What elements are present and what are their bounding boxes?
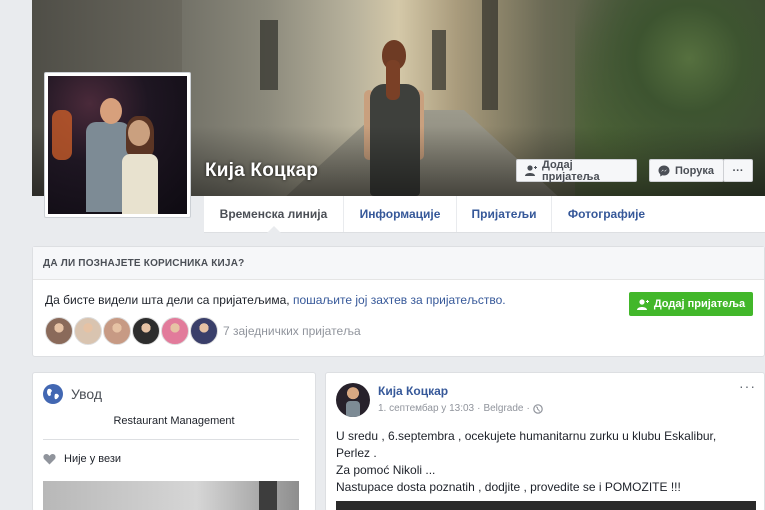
post-image[interactable]	[336, 501, 756, 510]
do-you-know-card: ДА ЛИ ПОЗНАЈЕТЕ КОРИСНИКА КИЈА? Да бисте…	[32, 246, 765, 357]
more-dots-icon: ···	[732, 164, 744, 177]
intro-card: Увод Restaurant Management Није у вези	[32, 372, 316, 510]
relationship-status: Није у вези	[43, 453, 121, 465]
intro-title: Увод	[71, 386, 103, 402]
intro-photo[interactable]	[43, 481, 299, 510]
intro-job: Restaurant Management	[113, 415, 235, 427]
post-location[interactable]: Belgrade	[483, 403, 523, 414]
add-friend-icon	[636, 298, 649, 310]
post-text-line: U sredu , 6.septembra , ocekujete humani…	[336, 429, 717, 443]
tab-about-label: Информације	[359, 207, 441, 221]
profile-name[interactable]: Кија Коцкар	[205, 160, 318, 182]
add-friend-green-label: Додај пријатеља	[653, 298, 746, 310]
tab-photos-label: Фотографије	[567, 207, 646, 221]
mutual-friend-avatar[interactable]	[190, 317, 218, 345]
add-friend-green-button[interactable]: Додај пријатеља	[629, 292, 753, 316]
mutual-friends-avatars	[45, 317, 218, 345]
profile-tabs: Временска линија Информације Пријатељи Ф…	[204, 196, 765, 233]
cover-window	[432, 30, 446, 90]
mutual-friend-avatar[interactable]	[161, 317, 189, 345]
post-meta-separator: ·	[526, 403, 530, 414]
post-author-avatar[interactable]	[336, 383, 370, 417]
mutual-friend-avatar[interactable]	[132, 317, 160, 345]
intro-divider	[43, 439, 299, 440]
message-button[interactable]: Порука	[649, 159, 724, 182]
active-tab-indicator	[266, 226, 281, 233]
tab-about[interactable]: Информације	[343, 196, 456, 232]
timeline-post: Кија Коцкар 1. септембар у 13:03 · Belgr…	[325, 372, 765, 510]
do-you-know-text: Да бисте видели шта дели са пријатељима,…	[45, 293, 506, 307]
heart-icon	[43, 454, 56, 465]
profile-picture-image	[48, 76, 187, 214]
messenger-icon	[658, 165, 670, 176]
more-options-button[interactable]: ···	[723, 159, 753, 182]
mutual-friends-link[interactable]: 7 заједничких пријатеља	[223, 324, 361, 338]
do-you-know-sentence: Да бисте видели шта дели са пријатељима,	[45, 293, 293, 307]
add-friend-button[interactable]: Додај пријатеља	[516, 158, 637, 183]
send-friend-request-link[interactable]: пошаљите јој захтев за пријатељство.	[293, 293, 506, 307]
tab-friends-label: Пријатељи	[471, 207, 537, 221]
tab-timeline-label: Временска линија	[219, 207, 328, 221]
globe-icon	[43, 384, 63, 404]
post-meta: 1. септембар у 13:03 · Belgrade ·	[378, 403, 543, 414]
profile-picture[interactable]	[44, 72, 191, 218]
tab-friends[interactable]: Пријатељи	[456, 196, 551, 232]
privacy-globe-icon[interactable]	[533, 403, 543, 414]
post-text-line: Nastupace dosta poznatih , dodjite , pro…	[336, 480, 681, 494]
mutual-friend-avatar[interactable]	[45, 317, 73, 345]
mutual-friend-avatar[interactable]	[74, 317, 102, 345]
post-date[interactable]: 1. септембар у 13:03	[378, 403, 474, 414]
relationship-label: Није у вези	[64, 453, 122, 465]
cover-window	[482, 0, 498, 110]
tab-photos[interactable]: Фотографије	[551, 196, 661, 232]
add-friend-icon	[525, 165, 537, 176]
post-meta-separator: ·	[477, 403, 481, 414]
add-friend-label: Додај пријатеља	[542, 158, 600, 183]
mutual-friend-avatar[interactable]	[103, 317, 131, 345]
post-text: U sredu , 6.septembra , ocekujete humani…	[336, 428, 746, 496]
post-options-icon[interactable]: ···	[739, 379, 756, 393]
cover-window	[260, 20, 278, 90]
message-label: Порука	[675, 164, 714, 177]
post-text-line: Perlez .	[336, 446, 377, 460]
tab-timeline[interactable]: Временска линија	[204, 196, 343, 233]
post-text-line: Za pomoć Nikoli ...	[336, 463, 436, 477]
post-author-name[interactable]: Кија Коцкар	[378, 384, 448, 398]
do-you-know-header: ДА ЛИ ПОЗНАЈЕТЕ КОРИСНИКА КИЈА?	[33, 247, 764, 280]
